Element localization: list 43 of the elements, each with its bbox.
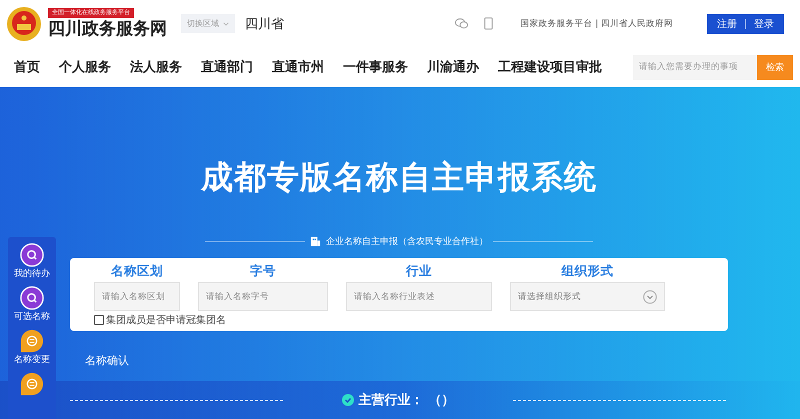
- field-label: 组织形式: [562, 263, 614, 279]
- chevron-down-icon: [643, 290, 657, 304]
- nav-item[interactable]: 川渝通办: [427, 58, 479, 76]
- industry-label: 主营行业：: [358, 392, 424, 409]
- nav-item[interactable]: 首页: [14, 58, 40, 76]
- nav-item[interactable]: 直通部门: [201, 58, 253, 76]
- system-title: 成都专版名称自主申报系统: [200, 157, 598, 197]
- search-field[interactable]: 请输入您需要办理的事项: [633, 54, 757, 80]
- nav-item[interactable]: 法人服务: [130, 58, 182, 76]
- select-field[interactable]: 请选择组织形式: [510, 282, 665, 311]
- chat-icon[interactable]: [454, 17, 468, 30]
- toolbar-label[interactable]: 名称变更: [14, 355, 50, 366]
- emblem-icon: [6, 6, 42, 42]
- nav-item[interactable]: 个人服务: [59, 58, 111, 76]
- auth-link[interactable]: 注册: [717, 16, 737, 30]
- section-label: 企业名称自主申报（含农民专业合作社）: [326, 236, 488, 248]
- site-name: 四川政务服务网: [48, 18, 167, 40]
- input-field[interactable]: 请输入名称字号: [198, 282, 328, 311]
- search-icon[interactable]: [20, 243, 44, 267]
- nav-item[interactable]: 一件事服务: [343, 58, 408, 76]
- confirm-label: 名称确认: [85, 353, 129, 368]
- list-icon[interactable]: [20, 329, 44, 353]
- checkbox-label[interactable]: 集团成员是否申请冠集团名: [106, 313, 226, 327]
- building-icon: [310, 236, 321, 247]
- toolbar-label[interactable]: 我的待办: [14, 269, 50, 280]
- checkbox[interactable]: [94, 315, 104, 325]
- toolbar-label[interactable]: 可选名称: [14, 312, 50, 323]
- input-field[interactable]: 请输入名称区划: [94, 282, 180, 311]
- auth-link[interactable]: 登录: [754, 16, 774, 30]
- industry-value: （）: [428, 392, 454, 409]
- nav-item[interactable]: 直通市州: [272, 58, 324, 76]
- field-label: 行业: [406, 263, 432, 279]
- current-region: 四川省: [245, 16, 284, 32]
- check-icon: [342, 394, 354, 406]
- list-icon[interactable]: [20, 372, 44, 396]
- input-field[interactable]: 请输入名称行业表述: [346, 282, 492, 311]
- top-links[interactable]: 国家政务服务平台 | 四川省人民政府网: [520, 18, 673, 30]
- nav-item[interactable]: 工程建设项目审批: [498, 58, 602, 76]
- field-label: 名称区划: [111, 263, 163, 279]
- tablet-icon[interactable]: [482, 17, 495, 30]
- field-label: 字号: [250, 263, 276, 279]
- caret-icon: [223, 22, 229, 26]
- search-icon[interactable]: [20, 286, 44, 310]
